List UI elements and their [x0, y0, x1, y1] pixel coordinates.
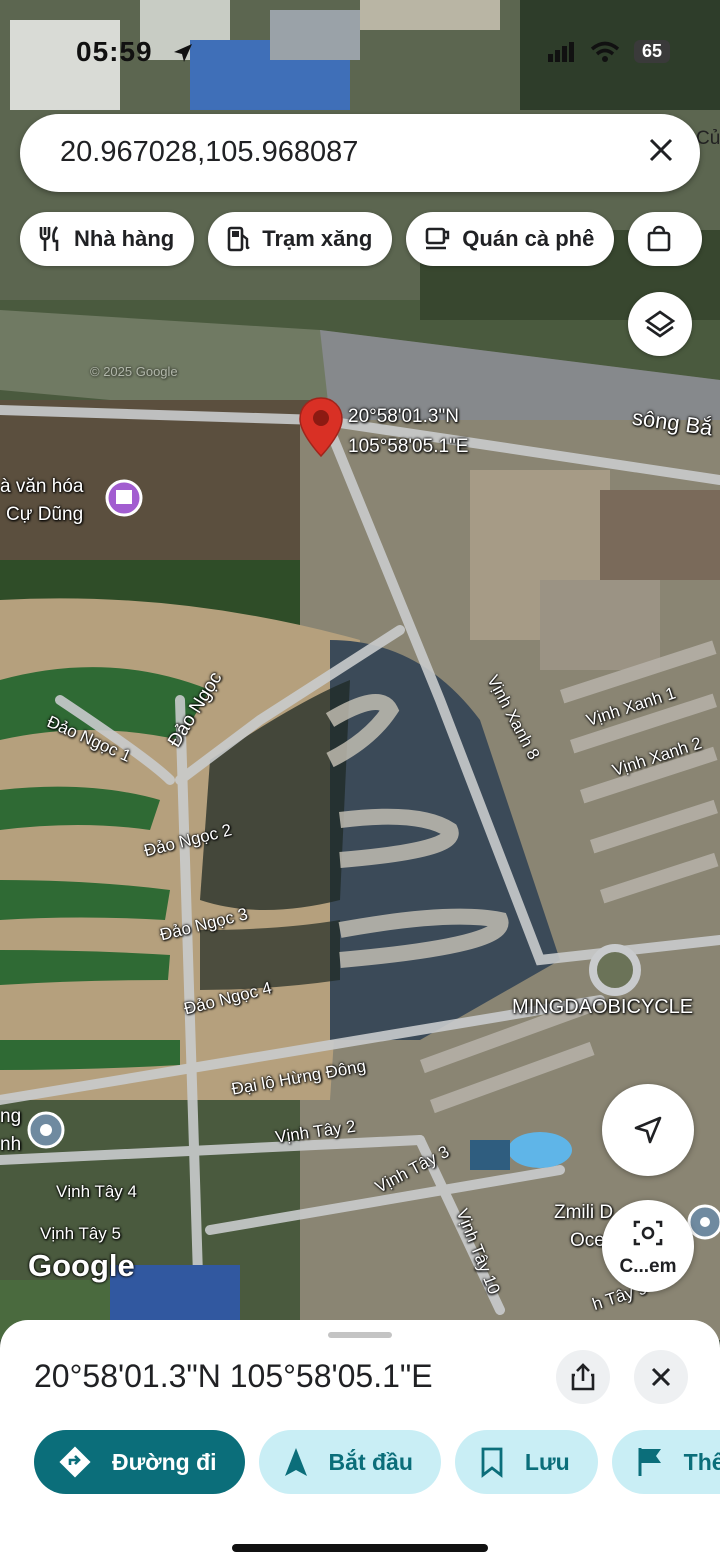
close-icon[interactable] [648, 134, 674, 170]
save-button[interactable]: Lưu [454, 1430, 598, 1494]
street-label: Vịnh Tây 5 [40, 1224, 121, 1243]
coffee-icon [424, 226, 452, 252]
restaurant-icon [38, 225, 64, 253]
chip-shopping[interactable] [628, 212, 703, 266]
home-indicator[interactable] [232, 1544, 488, 1552]
layers-button[interactable] [628, 292, 692, 356]
drag-handle[interactable] [328, 1332, 392, 1338]
chip-label: Quán cà phê [462, 226, 595, 251]
action-label: Bắt đầu [328, 1448, 413, 1475]
business-label: MINGDAOBICYCLE [512, 996, 694, 1018]
battery-indicator: 65 [633, 40, 670, 63]
search-bar[interactable]: 20.967028,105.968087 [20, 114, 700, 192]
chip-restaurant[interactable]: Nhà hàng [20, 212, 195, 266]
camera-lens-icon [633, 1220, 663, 1246]
gas-station-icon [226, 225, 252, 253]
place-title: 20°58'01.3"N 105°58'05.1"E [34, 1358, 433, 1394]
lens-button[interactable]: C...em [602, 1200, 694, 1292]
share-button[interactable] [556, 1350, 610, 1404]
my-location-button[interactable] [602, 1084, 694, 1176]
directions-icon [58, 1445, 92, 1479]
bottom-sheet[interactable]: 20°58'01.3"N 105°58'05.1"E Đường đi Bắt … [0, 1320, 720, 1564]
shopping-bag-icon [646, 225, 672, 253]
status-icons: 65 [547, 40, 670, 63]
chip-coffee[interactable]: Quán cà phê [406, 212, 615, 266]
label-button[interactable]: Thê [611, 1430, 720, 1494]
action-label: Thê [683, 1448, 720, 1475]
action-label: Đường đi [112, 1448, 217, 1475]
cultural-house-label-2: Cự Dũng [6, 504, 84, 525]
status-bar: 05:59 65 [0, 28, 720, 78]
category-chips: Nhà hàng Trạm xăng Quán cà phê [20, 212, 703, 266]
google-logo: Google [28, 1248, 135, 1283]
start-button[interactable]: Bắt đầu [258, 1430, 441, 1494]
place-label: nh [0, 1134, 22, 1155]
close-icon [651, 1367, 671, 1387]
pin-coordinate-lat-label: 20°58'01.3"N [348, 406, 459, 427]
street-label: Vịnh Tây 4 [56, 1182, 137, 1201]
layers-icon [644, 310, 676, 338]
place-label: Zmili D [554, 1202, 614, 1223]
chip-gas-station[interactable]: Trạm xăng [208, 212, 393, 266]
search-input[interactable]: 20.967028,105.968087 [60, 136, 358, 169]
cellular-signal-icon [547, 41, 574, 62]
flag-icon [636, 1446, 664, 1478]
navigation-arrow-icon [634, 1116, 662, 1144]
navigation-arrow-icon [283, 1446, 309, 1478]
map-pin-icon[interactable] [298, 396, 344, 458]
action-label: Lưu [524, 1448, 570, 1475]
wifi-icon [590, 41, 620, 62]
location-arrow-icon [174, 44, 192, 62]
cultural-house-label: à văn hóa [0, 476, 84, 497]
pin-coordinate-lng-label: 105°58'05.1"E [348, 436, 469, 457]
close-sheet-button[interactable] [634, 1350, 688, 1404]
copyright-label: © 2025 Google [90, 364, 178, 379]
chip-label: Nhà hàng [74, 226, 175, 251]
share-icon [571, 1363, 595, 1391]
bookmark-icon [479, 1446, 505, 1478]
directions-button[interactable]: Đường đi [34, 1430, 245, 1494]
chip-label: Trạm xăng [262, 226, 373, 251]
action-buttons: Đường đi Bắt đầu Lưu Thê [34, 1430, 720, 1494]
lens-label: C...em [619, 1256, 677, 1277]
place-label: ng [0, 1106, 22, 1127]
status-time: 05:59 [76, 36, 153, 67]
